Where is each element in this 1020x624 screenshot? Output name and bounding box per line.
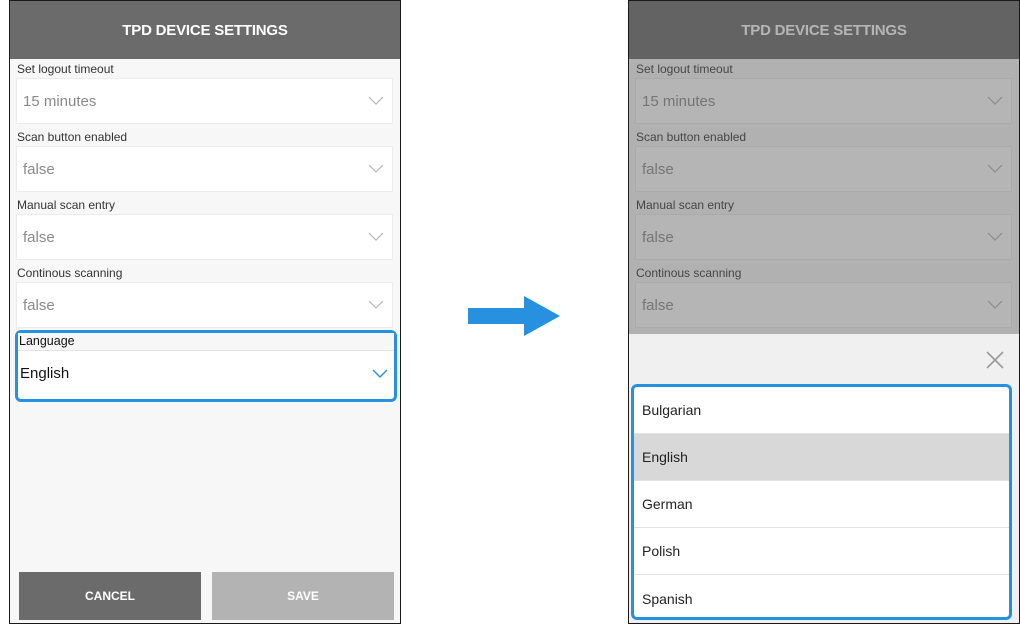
chevron-down-icon <box>987 300 1003 309</box>
right-arrow-icon <box>468 296 560 336</box>
page-title: TPD DEVICE SETTINGS <box>629 1 1019 59</box>
chevron-down-icon <box>372 369 388 378</box>
save-button[interactable]: SAVE <box>212 572 394 620</box>
logout-timeout-field: Set logout timeout 15 minutes <box>16 61 393 124</box>
scan-button-select[interactable]: false <box>16 146 393 192</box>
language-option-english[interactable]: English <box>634 434 1009 481</box>
language-field: Language English <box>15 330 397 402</box>
select-value: false <box>642 160 674 178</box>
manual-scan-select[interactable]: false <box>16 214 393 260</box>
field-label: Set logout timeout <box>17 62 114 76</box>
continuous-scanning-select: false <box>635 282 1012 328</box>
scan-button-field: Scan button enabled false <box>635 129 1012 192</box>
cancel-button[interactable]: CANCEL <box>19 572 201 620</box>
language-option-bulgarian[interactable]: Bulgarian <box>634 387 1009 434</box>
continuous-scanning-select[interactable]: false <box>16 282 393 328</box>
select-value: false <box>642 296 674 314</box>
chevron-down-icon <box>987 232 1003 241</box>
manual-scan-field: Manual scan entry false <box>635 197 1012 260</box>
field-label: Manual scan entry <box>17 198 116 212</box>
language-option-spanish[interactable]: Spanish <box>634 575 1009 617</box>
settings-screen-left: TPD DEVICE SETTINGS Set logout timeout 1… <box>9 0 401 624</box>
select-value: false <box>23 296 55 314</box>
chevron-down-icon <box>987 96 1003 105</box>
language-options-list: Bulgarian English German Polish Spanish <box>631 384 1012 620</box>
scan-button-select: false <box>635 146 1012 192</box>
manual-scan-field: Manual scan entry false <box>16 197 393 260</box>
language-select[interactable]: English <box>18 350 394 396</box>
field-label: Continous scanning <box>636 266 742 280</box>
chevron-down-icon <box>368 164 384 173</box>
logout-timeout-field: Set logout timeout 15 minutes <box>635 61 1012 124</box>
language-option-polish[interactable]: Polish <box>634 528 1009 575</box>
field-label: Manual scan entry <box>636 198 735 212</box>
logout-timeout-select: 15 minutes <box>635 78 1012 124</box>
field-label: Continous scanning <box>17 266 123 280</box>
page-title: TPD DEVICE SETTINGS <box>10 1 400 59</box>
select-value: false <box>23 228 55 246</box>
field-label: Scan button enabled <box>636 130 747 144</box>
chevron-down-icon <box>987 164 1003 173</box>
field-label: Set logout timeout <box>636 62 733 76</box>
select-value: 15 minutes <box>23 92 97 110</box>
language-option-german[interactable]: German <box>634 481 1009 528</box>
settings-screen-right: TPD DEVICE SETTINGS Set logout timeout 1… <box>628 0 1020 624</box>
language-picker-sheet: Bulgarian English German Polish Spanish <box>629 334 1019 623</box>
select-value: English <box>20 365 70 382</box>
field-label: Scan button enabled <box>17 130 128 144</box>
close-icon[interactable] <box>983 348 1007 372</box>
select-value: false <box>23 160 55 178</box>
select-value: 15 minutes <box>642 92 716 110</box>
manual-scan-select: false <box>635 214 1012 260</box>
continuous-scanning-field: Continous scanning false <box>16 265 393 328</box>
chevron-down-icon <box>368 232 384 241</box>
continuous-scanning-field: Continous scanning false <box>635 265 1012 328</box>
field-label: Language <box>18 333 394 350</box>
logout-timeout-select[interactable]: 15 minutes <box>16 78 393 124</box>
select-value: false <box>642 228 674 246</box>
chevron-down-icon <box>368 300 384 309</box>
scan-button-field: Scan button enabled false <box>16 129 393 192</box>
chevron-down-icon <box>368 96 384 105</box>
